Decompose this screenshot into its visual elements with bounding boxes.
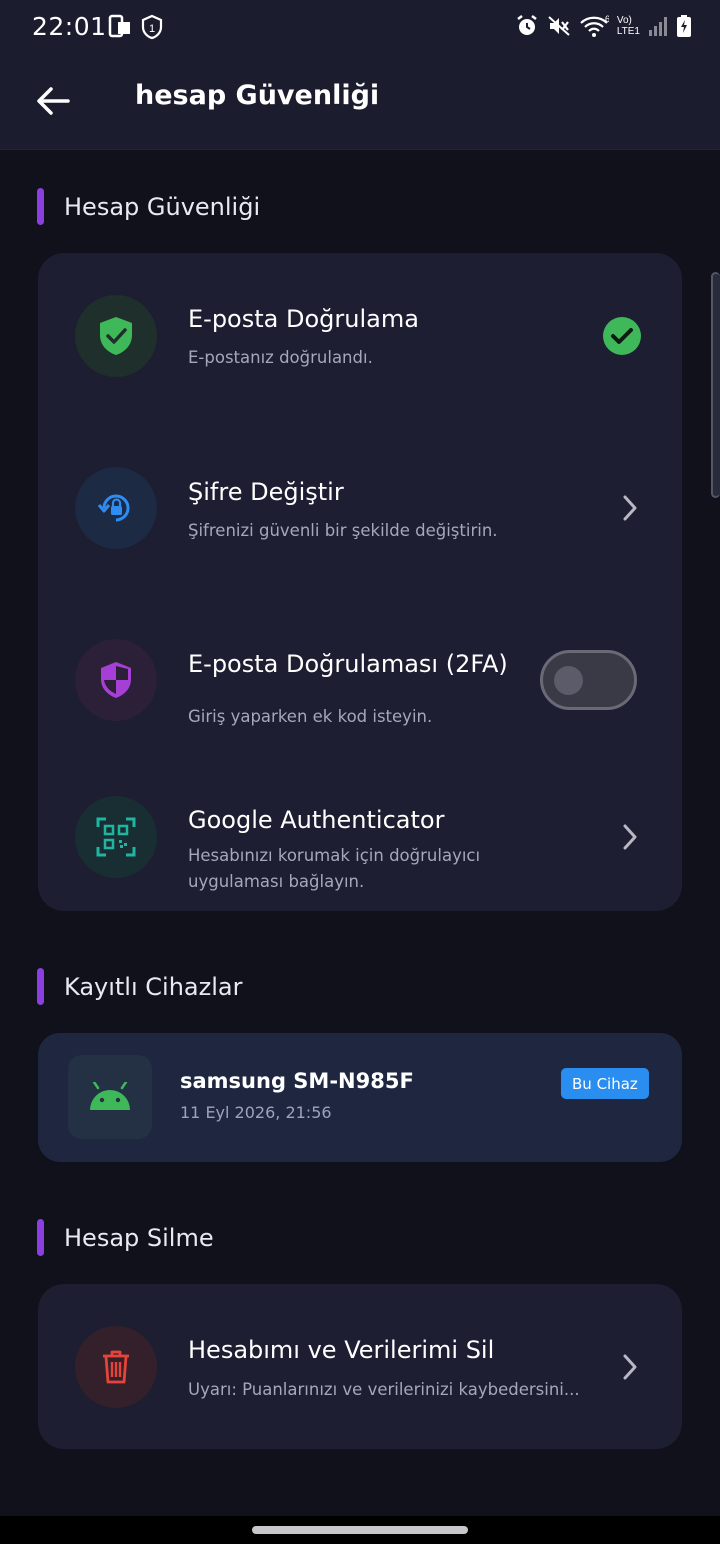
network-label-bottom: LTE1 <box>616 26 640 37</box>
security-card: E-posta Doğrulama E-postanız doğrulandı.… <box>38 253 682 911</box>
qr-scan-icon <box>96 817 136 857</box>
row-title: Google Authenticator <box>188 806 445 834</box>
home-gesture-handle[interactable] <box>252 1526 468 1534</box>
section-header-delete: Hesap Silme <box>37 1219 214 1256</box>
google-authenticator-row[interactable]: Google Authenticator Hesabınızı korumak … <box>38 763 682 911</box>
delete-account-row[interactable]: Hesabımı ve Verilerimi Sil Uyarı: Puanla… <box>38 1284 682 1449</box>
section-accent-bar <box>37 968 44 1005</box>
row-title: E-posta Doğrulaması (2FA) <box>188 650 508 678</box>
row-subtitle: Uyarı: Puanlarınızı ve verilerinizi kayb… <box>188 1380 580 1399</box>
svg-text:1: 1 <box>149 23 155 35</box>
arrow-left-icon <box>37 87 70 115</box>
chevron-right-icon <box>616 823 644 851</box>
row-title: E-posta Doğrulama <box>188 305 419 333</box>
network-label-top: Vo) <box>616 15 632 26</box>
chevron-right-icon <box>616 1353 644 1381</box>
section-label: Kayıtlı Cihazlar <box>64 972 243 1001</box>
lock-reset-icon <box>97 494 130 522</box>
change-password-row[interactable]: Şifre Değiştir Şifrenizi güvenli bir şek… <box>38 423 682 593</box>
shield-half-icon <box>101 662 131 698</box>
back-button[interactable] <box>30 78 76 124</box>
two-factor-toggle[interactable] <box>540 650 637 710</box>
row-subtitle: Hesabınızı korumak için doğrulayıcı uygu… <box>188 846 481 891</box>
section-accent-bar <box>37 1219 44 1256</box>
row-subtitle: Şifrenizi güvenli bir şekilde değiştirin… <box>188 521 498 540</box>
shield-check-icon <box>100 317 132 355</box>
section-label: Hesap Silme <box>64 1223 214 1252</box>
page-title: hesap Güvenliği <box>135 80 380 111</box>
two-factor-icon-circle <box>75 639 157 721</box>
section-accent-bar <box>37 188 44 225</box>
row-title: Şifre Değiştir <box>188 478 344 506</box>
row-subtitle: Giriş yaparken ek kod isteyin. <box>188 707 433 726</box>
toggle-knob <box>554 666 583 695</box>
chevron-right-icon <box>616 494 644 522</box>
trash-icon <box>103 1350 129 1384</box>
signal-icon <box>649 17 667 36</box>
screen-mirror-icon <box>108 14 130 38</box>
status-bar: 22:01 1 6 Vo) LTE1 <box>0 0 720 56</box>
scrollbar-thumb[interactable] <box>711 272 720 498</box>
status-time: 22:01 <box>32 12 107 41</box>
status-left-icons: 1 <box>106 14 164 40</box>
delete-account-card: Hesabımı ve Verilerimi Sil Uyarı: Puanla… <box>38 1284 682 1449</box>
change-password-icon-circle <box>75 467 157 549</box>
check-circle-icon <box>603 317 641 355</box>
section-header-devices: Kayıtlı Cihazlar <box>37 968 242 1005</box>
device-icon-box <box>68 1055 152 1139</box>
device-card: samsung SM-N985F 11 Eyl 2026, 21:56 Bu C… <box>38 1033 682 1162</box>
device-name: samsung SM-N985F <box>180 1069 414 1093</box>
email-verification-icon-circle <box>75 295 157 377</box>
mute-icon <box>548 16 570 36</box>
this-device-badge: Bu Cihaz <box>561 1068 649 1099</box>
alarm-icon <box>517 15 537 35</box>
android-icon <box>90 1082 130 1110</box>
wifi-icon: 6 <box>580 14 609 37</box>
authenticator-icon-circle <box>75 796 157 878</box>
svg-text:6: 6 <box>605 14 609 24</box>
device-date: 11 Eyl 2026, 21:56 <box>180 1103 332 1122</box>
app-bar: hesap Güvenliği <box>0 56 720 150</box>
row-subtitle: E-postanız doğrulandı. <box>188 348 373 367</box>
navigation-bar <box>0 1516 720 1544</box>
section-label: Hesap Güvenliği <box>64 192 261 221</box>
section-header-security: Hesap Güvenliği <box>37 188 260 225</box>
delete-icon-circle <box>75 1326 157 1408</box>
status-right-icons: 6 Vo) LTE1 <box>515 14 692 38</box>
network-label: Vo) LTE1 <box>617 15 640 37</box>
row-title: Hesabımı ve Verilerimi Sil <box>188 1336 495 1364</box>
battery-charging-icon <box>677 15 691 37</box>
notification-badge-icon: 1 <box>141 14 163 40</box>
email-verification-row[interactable]: E-posta Doğrulama E-postanız doğrulandı. <box>38 253 682 423</box>
two-factor-row: E-posta Doğrulaması (2FA) Giriş yaparken… <box>38 593 682 763</box>
